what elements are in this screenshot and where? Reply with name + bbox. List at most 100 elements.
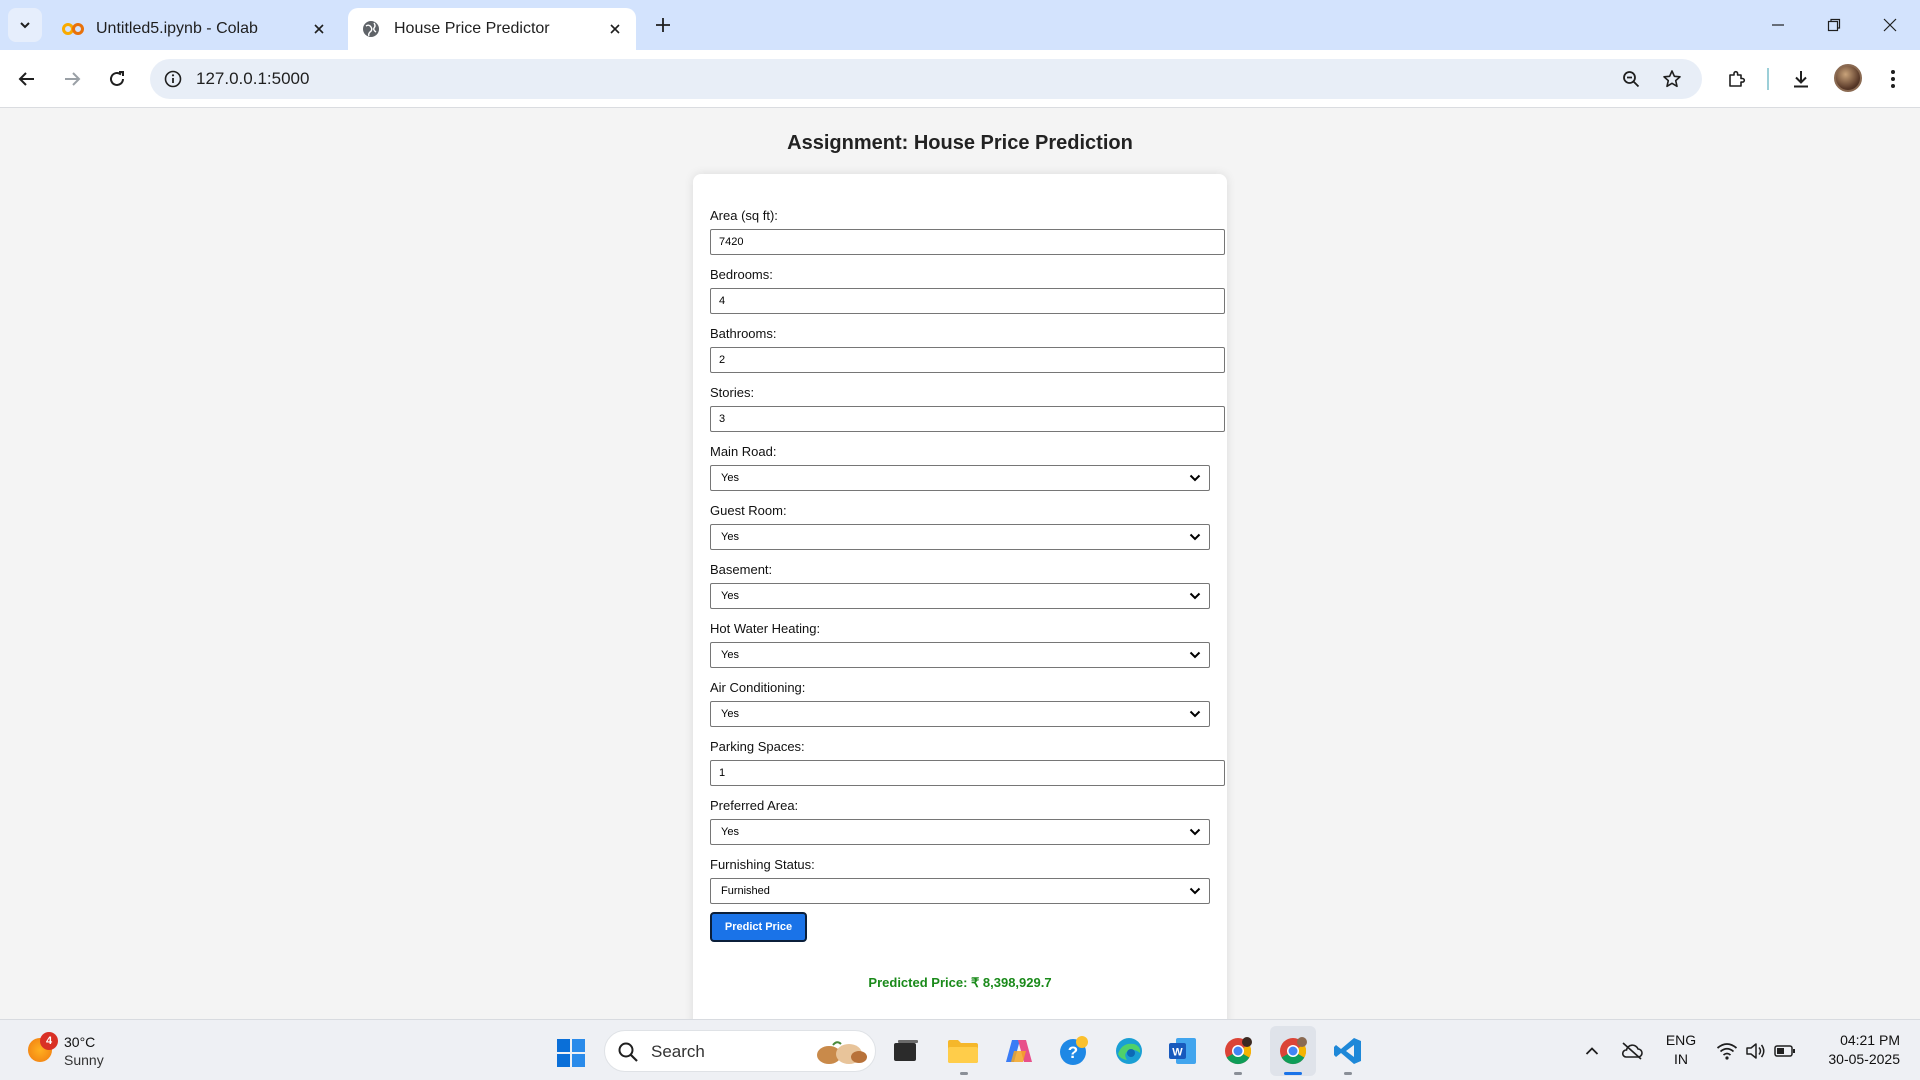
help-icon: ? — [1060, 1036, 1088, 1065]
field-label: Area (sq ft): — [710, 208, 778, 223]
restore-button[interactable] — [1812, 8, 1856, 42]
basement-select[interactable]: Yes — [710, 583, 1210, 609]
address-bar[interactable]: 127.0.0.1:5000 — [150, 59, 1702, 99]
field-label: Main Road: — [710, 444, 777, 459]
select-value: Yes — [721, 649, 739, 661]
puzzle-icon — [1729, 70, 1746, 87]
globe-icon — [360, 18, 382, 40]
extensions-button[interactable] — [1722, 64, 1752, 94]
tab-search-button[interactable] — [8, 8, 42, 42]
furnishing-status-select[interactable]: Furnished — [710, 878, 1210, 904]
word-icon: W — [1169, 1038, 1196, 1064]
chevron-down-icon — [1189, 710, 1201, 718]
weather-desc: Sunny — [64, 1052, 104, 1068]
windows-taskbar: 4 30°C Sunny Search ? W ENG IN 04:21 PM … — [0, 1019, 1920, 1080]
tray-overflow-button[interactable] — [1581, 1040, 1603, 1062]
chrome-app-active[interactable] — [1276, 1034, 1310, 1068]
select-value: Yes — [721, 826, 739, 838]
vscode-app[interactable] — [1331, 1034, 1365, 1068]
active-indicator — [1284, 1072, 1302, 1075]
parking-spaces-field: Parking Spaces: 1 — [710, 738, 1225, 786]
task-view-app[interactable] — [889, 1034, 923, 1068]
select-value: Yes — [721, 472, 739, 484]
close-icon[interactable] — [602, 16, 628, 42]
downloads-button[interactable] — [1786, 64, 1816, 94]
close-icon[interactable] — [306, 16, 332, 42]
furnishing-status-field: Furnishing Status: Furnished — [710, 856, 1210, 904]
search-label: Search — [651, 1042, 705, 1061]
preferred-area-select[interactable]: Yes — [710, 819, 1210, 845]
back-button[interactable] — [12, 64, 42, 94]
arrow-right-icon — [65, 72, 81, 86]
field-label: Air Conditioning: — [710, 680, 806, 695]
browser-menu-button[interactable] — [1878, 64, 1908, 94]
minimize-button[interactable] — [1756, 8, 1800, 42]
reload-button[interactable] — [102, 64, 132, 94]
plus-icon — [656, 18, 670, 32]
bathrooms-input[interactable]: 2 — [710, 347, 1225, 373]
running-indicator — [1344, 1072, 1352, 1075]
guest-room-select[interactable]: Yes — [710, 524, 1210, 550]
zoom-icon[interactable] — [1620, 68, 1642, 90]
field-label: Stories: — [710, 385, 755, 400]
toolbar-divider — [1767, 68, 1769, 90]
forward-button[interactable] — [57, 64, 87, 94]
file-explorer-app[interactable] — [946, 1034, 980, 1068]
wifi-icon — [1716, 1043, 1738, 1060]
help-app[interactable]: ? — [1057, 1034, 1091, 1068]
predict-price-button[interactable]: Predict Price — [710, 912, 807, 942]
bookmark-star-icon[interactable] — [1661, 68, 1683, 90]
area-field: Area (sq ft): 7420 — [710, 207, 1225, 255]
chevron-down-icon — [20, 22, 30, 29]
site-info-icon[interactable] — [162, 68, 184, 90]
speaker-icon — [1746, 1043, 1765, 1059]
page-content: Assignment: House Price Prediction Area … — [0, 109, 1920, 1070]
chrome-app-profile[interactable] — [1221, 1034, 1255, 1068]
weather-widget[interactable]: 4 30°C Sunny — [24, 1030, 134, 1072]
bedrooms-input[interactable]: 4 — [710, 288, 1225, 314]
profile-avatar[interactable] — [1834, 64, 1862, 92]
tab-strip: Untitled5.ipynb - Colab House Price Pred… — [0, 0, 1920, 50]
copilot-app[interactable] — [1002, 1034, 1036, 1068]
chevron-down-icon — [1189, 474, 1201, 482]
stories-input[interactable]: 3 — [710, 406, 1225, 432]
tab-title: Untitled5.ipynb - Colab — [96, 20, 258, 37]
prediction-form: Area (sq ft): 7420 Bedrooms: 4 Bathrooms… — [693, 174, 1227, 1070]
taskbar-search[interactable]: Search — [604, 1030, 876, 1072]
onedrive-status[interactable] — [1621, 1040, 1643, 1062]
chevron-down-icon — [1189, 592, 1201, 600]
restore-icon — [1827, 18, 1841, 32]
edge-app[interactable] — [1112, 1034, 1146, 1068]
tab-house-price-predictor[interactable]: House Price Predictor — [348, 8, 636, 50]
windows-logo-icon — [557, 1039, 585, 1067]
word-app[interactable]: W — [1166, 1034, 1200, 1068]
svg-text:W: W — [1172, 1047, 1183, 1059]
area-input[interactable]: 7420 — [710, 229, 1225, 255]
wifi-status[interactable] — [1716, 1040, 1738, 1062]
language-indicator[interactable]: ENG IN — [1664, 1031, 1698, 1069]
cloud-off-icon — [1621, 1042, 1643, 1060]
download-icon — [1794, 71, 1808, 88]
battery-status[interactable] — [1774, 1040, 1796, 1062]
main-road-select[interactable]: Yes — [710, 465, 1210, 491]
new-tab-button[interactable] — [648, 10, 678, 40]
url-text[interactable]: 127.0.0.1:5000 — [196, 69, 309, 89]
chevron-up-icon — [1585, 1047, 1599, 1055]
tab-colab[interactable]: Untitled5.ipynb - Colab — [50, 8, 340, 50]
search-highlight-icon — [817, 1041, 867, 1064]
hot-water-heating-select[interactable]: Yes — [710, 642, 1210, 668]
guest-room-field: Guest Room: Yes — [710, 502, 1210, 550]
close-window-button[interactable] — [1868, 8, 1912, 42]
field-label: Bedrooms: — [710, 267, 773, 282]
search-icon — [617, 1041, 639, 1063]
bedrooms-field: Bedrooms: 4 — [710, 266, 1225, 314]
hot-water-heating-field: Hot Water Heating: Yes — [710, 620, 1210, 668]
parking-spaces-input[interactable]: 1 — [710, 760, 1225, 786]
kebab-menu-icon — [1891, 70, 1895, 88]
system-clock[interactable]: 04:21 PM 30-05-2025 — [1810, 1031, 1900, 1069]
air-conditioning-select[interactable]: Yes — [710, 701, 1210, 727]
arrow-left-icon — [18, 72, 34, 86]
start-button[interactable] — [556, 1038, 586, 1068]
volume-status[interactable] — [1745, 1040, 1767, 1062]
air-conditioning-field: Air Conditioning: Yes — [710, 679, 1210, 727]
